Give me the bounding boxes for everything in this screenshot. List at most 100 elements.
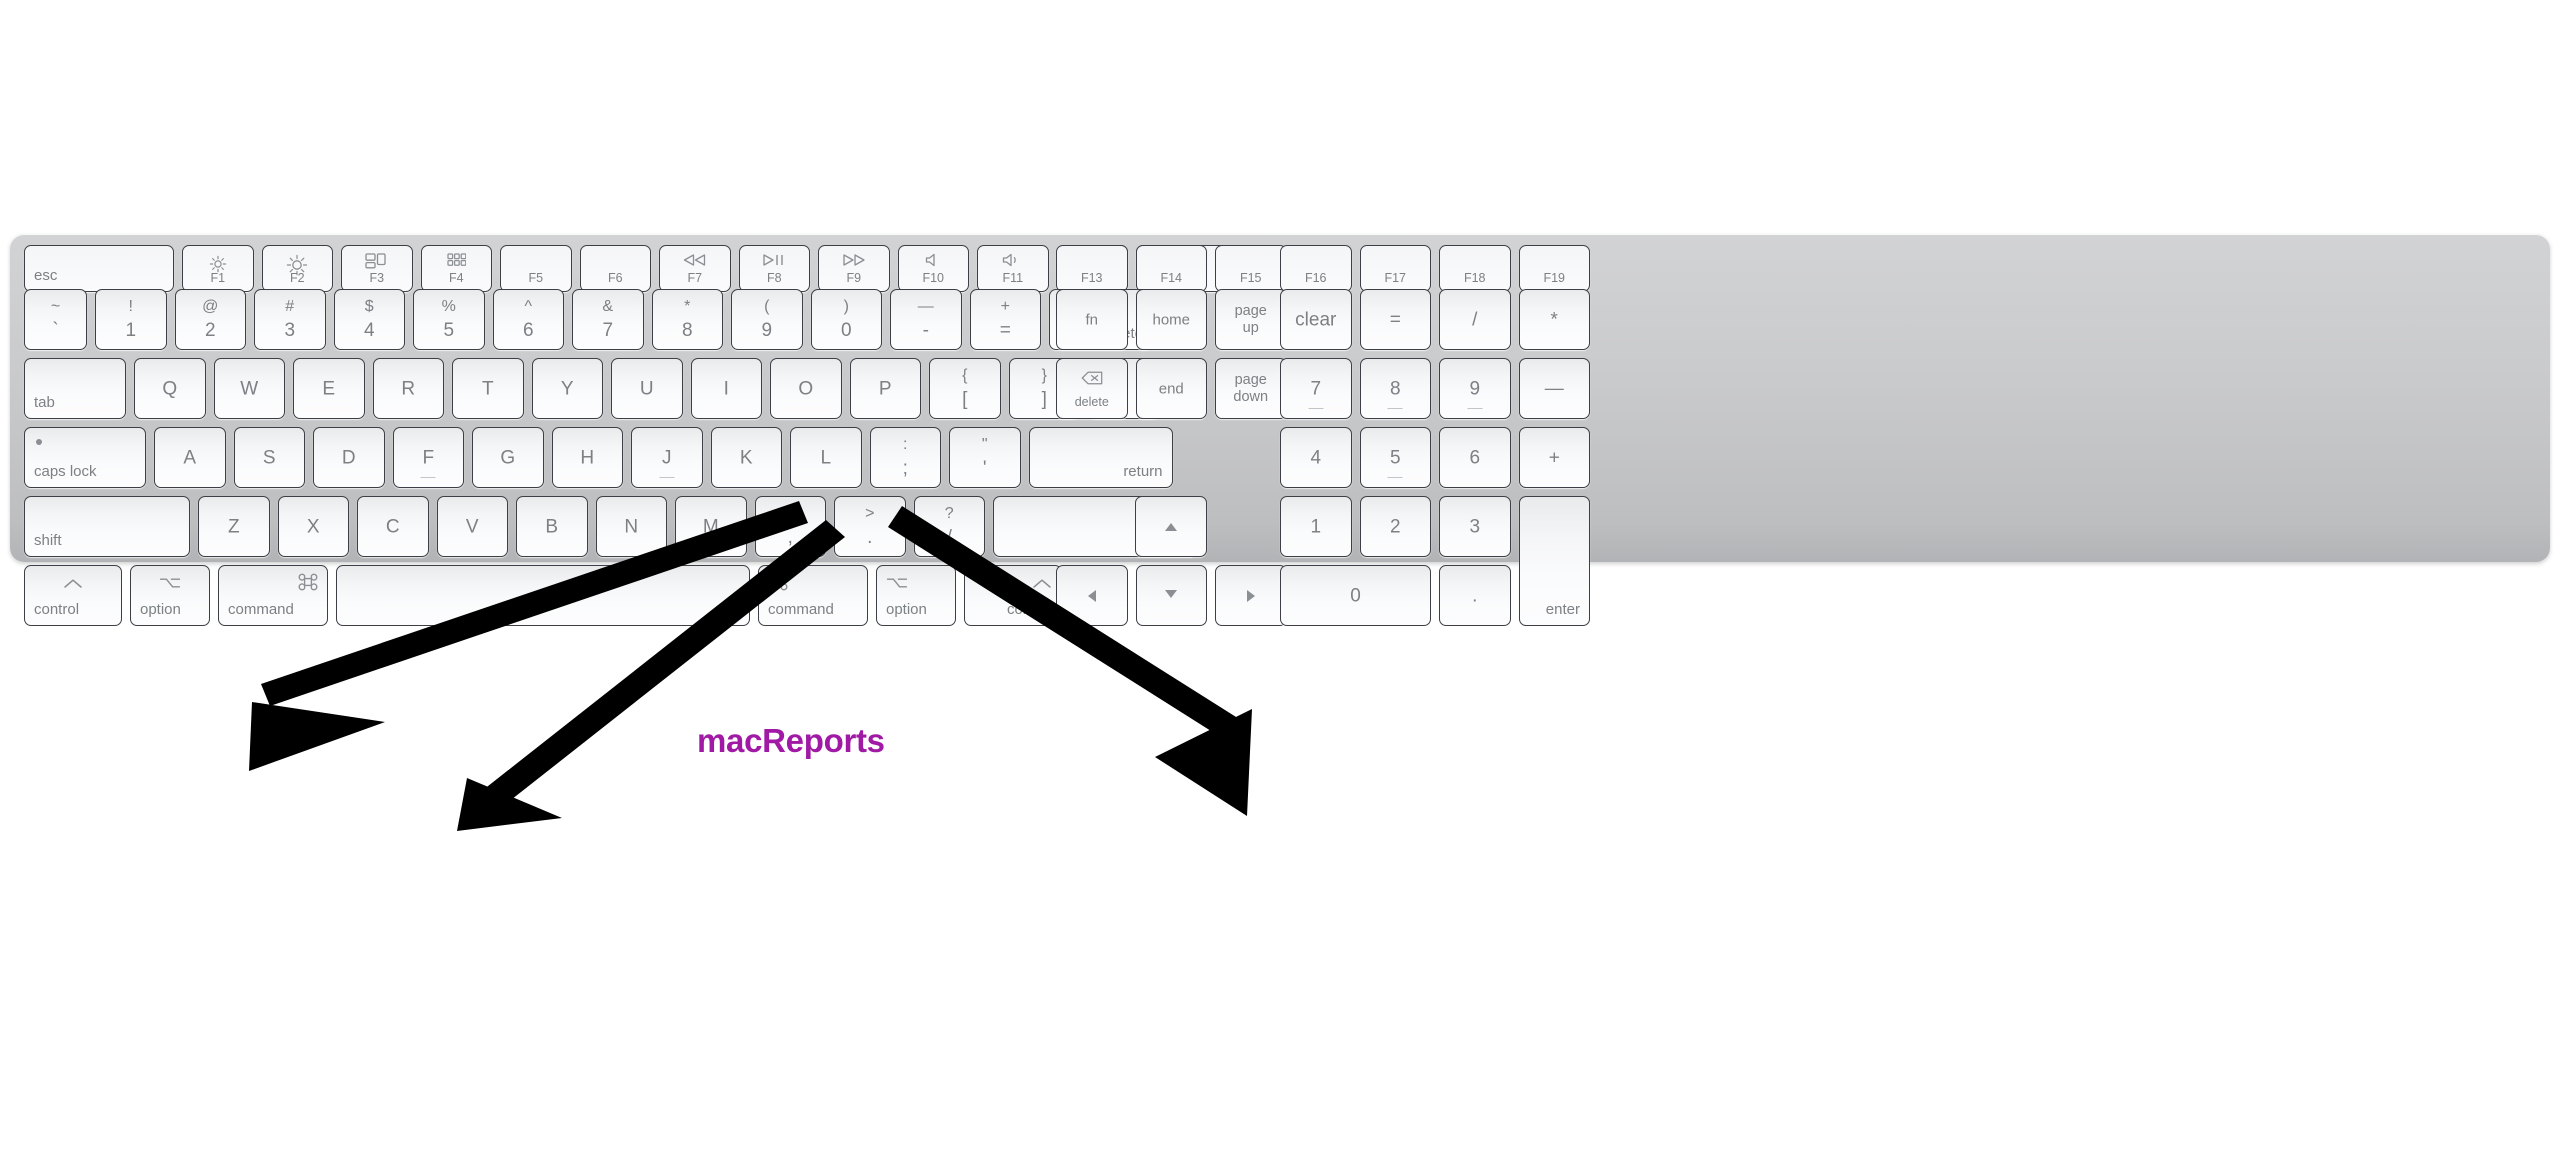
key-quote[interactable]: " ' (949, 427, 1021, 488)
key-numpad-1[interactable]: 1 (1280, 496, 1352, 557)
key-numpad-clear[interactable]: clear (1280, 289, 1352, 350)
key-shift-left[interactable]: shift (24, 496, 190, 557)
key-f1[interactable]: F1 (182, 245, 254, 292)
key-numpad-equals[interactable]: = (1359, 289, 1431, 350)
key-key-g[interactable]: G (472, 427, 544, 488)
key-f15[interactable]: F15 (1215, 245, 1287, 292)
key-arrow-right[interactable] (1215, 565, 1287, 626)
key-page-down[interactable]: page down (1215, 358, 1287, 419)
key-numpad-3[interactable]: 3 (1439, 496, 1511, 557)
key-f11[interactable]: F11 (977, 245, 1049, 292)
key-digit-9[interactable]: (9 (731, 289, 803, 350)
key-numpad-6[interactable]: 6 (1439, 427, 1511, 488)
key-numpad-0[interactable]: 0 (1280, 565, 1431, 626)
key-key-f[interactable]: F (392, 427, 464, 488)
key-x[interactable]: X (277, 496, 349, 557)
key-bracket-left[interactable]: {[ (929, 358, 1001, 419)
key-digit-6[interactable]: ^ 6 (492, 289, 564, 350)
key-numpad-minus[interactable]: — (1518, 358, 1590, 419)
key-semicolon[interactable]: :; (869, 427, 941, 488)
key-key-p[interactable]: P (849, 358, 921, 419)
key-key-t[interactable]: T (452, 358, 524, 419)
key-key-l[interactable]: L (790, 427, 862, 488)
key-space[interactable] (336, 565, 750, 626)
key-key-q[interactable]: Q (134, 358, 206, 419)
key-key-o[interactable]: O (770, 358, 842, 419)
key-f2[interactable]: F2 (261, 245, 333, 292)
key-end[interactable]: end (1135, 358, 1207, 419)
key-f4[interactable]: F4 (420, 245, 492, 292)
key-f7[interactable]: F7 (659, 245, 731, 292)
key-key-h[interactable]: H (551, 427, 623, 488)
key-fn[interactable]: fn (1056, 289, 1128, 350)
key-command-right[interactable]: command (758, 565, 868, 626)
key-numpad-4[interactable]: 4 (1280, 427, 1352, 488)
key-numpad-2[interactable]: 2 (1359, 496, 1431, 557)
key-page-up[interactable]: page up (1215, 289, 1287, 350)
key-key-e[interactable]: E (293, 358, 365, 419)
key-numpad-7[interactable]: 7 (1280, 358, 1352, 419)
key-arrow-down[interactable] (1135, 565, 1207, 626)
key-digit-0[interactable]: ) 0 (810, 289, 882, 350)
key-m[interactable]: M (675, 496, 747, 557)
key-f19[interactable]: F19 (1518, 245, 1590, 292)
key-period[interactable]: >. (834, 496, 906, 557)
key-control-right[interactable]: control (964, 565, 1062, 626)
key-numpad-plus[interactable]: + (1518, 427, 1590, 488)
key-numpad-multiply[interactable]: * (1518, 289, 1590, 350)
key-f6[interactable]: F6 (579, 245, 651, 292)
key-numpad-divide[interactable]: / (1439, 289, 1511, 350)
key-b[interactable]: B (516, 496, 588, 557)
key-key-s[interactable]: S (233, 427, 305, 488)
key-f8[interactable]: F8 (738, 245, 810, 292)
key-option-right[interactable]: option (876, 565, 956, 626)
key-key-j[interactable]: J (631, 427, 703, 488)
key-f5[interactable]: F5 (500, 245, 572, 292)
key-caps-lock[interactable]: caps lock (24, 427, 146, 488)
key-f14[interactable]: F14 (1135, 245, 1207, 292)
key-c[interactable]: C (357, 496, 429, 557)
key-v[interactable]: V (436, 496, 508, 557)
key-digit-5[interactable]: % 5 (413, 289, 485, 350)
key-digit-3[interactable]: #3 (254, 289, 326, 350)
key-option-left[interactable]: option (130, 565, 210, 626)
key-control-left[interactable]: control (24, 565, 122, 626)
key-key-a[interactable]: A (154, 427, 226, 488)
key-key-d[interactable]: D (313, 427, 385, 488)
key-arrow-up[interactable] (1135, 496, 1207, 557)
key-numpad-8[interactable]: 8 (1359, 358, 1431, 419)
key-digit-2[interactable]: @2 (174, 289, 246, 350)
key-forward-delete[interactable]: delete (1056, 358, 1128, 419)
key-backtick[interactable]: ~ ` (24, 289, 87, 350)
key-key-w[interactable]: W (213, 358, 285, 419)
key-home[interactable]: home (1135, 289, 1207, 350)
key-numpad-9[interactable]: 9 (1439, 358, 1511, 419)
key-z[interactable]: Z (198, 496, 270, 557)
key-digit-4[interactable]: $4 (333, 289, 405, 350)
key-f13[interactable]: F13 (1056, 245, 1128, 292)
key-arrow-left[interactable] (1056, 565, 1128, 626)
key-key-k[interactable]: K (710, 427, 782, 488)
key-key-i[interactable]: I (690, 358, 762, 419)
key-key-y[interactable]: Y (531, 358, 603, 419)
key-f10[interactable]: F10 (897, 245, 969, 292)
key-f18[interactable]: F18 (1439, 245, 1511, 292)
key-numpad-enter[interactable]: enter (1518, 496, 1590, 626)
key-tab[interactable]: tab (24, 358, 126, 419)
key-key-u[interactable]: U (611, 358, 683, 419)
key-numpad-decimal[interactable]: . (1439, 565, 1511, 626)
key-comma[interactable]: <, (754, 496, 826, 557)
key-numpad-5[interactable]: 5 (1359, 427, 1431, 488)
key-digit-8[interactable]: * 8 (651, 289, 723, 350)
key-minus[interactable]: — - (890, 289, 962, 350)
key-return[interactable]: return (1028, 427, 1173, 488)
key-n[interactable]: N (595, 496, 667, 557)
key-command-left[interactable]: command (218, 565, 328, 626)
key-esc[interactable]: esc (24, 245, 174, 292)
key-digit-1[interactable]: ! 1 (95, 289, 167, 350)
key-f16[interactable]: F16 (1280, 245, 1352, 292)
key-equals[interactable]: + = (969, 289, 1041, 350)
key-f3[interactable]: F3 (341, 245, 413, 292)
key-f9[interactable]: F9 (818, 245, 890, 292)
key-digit-7[interactable]: & 7 (572, 289, 644, 350)
